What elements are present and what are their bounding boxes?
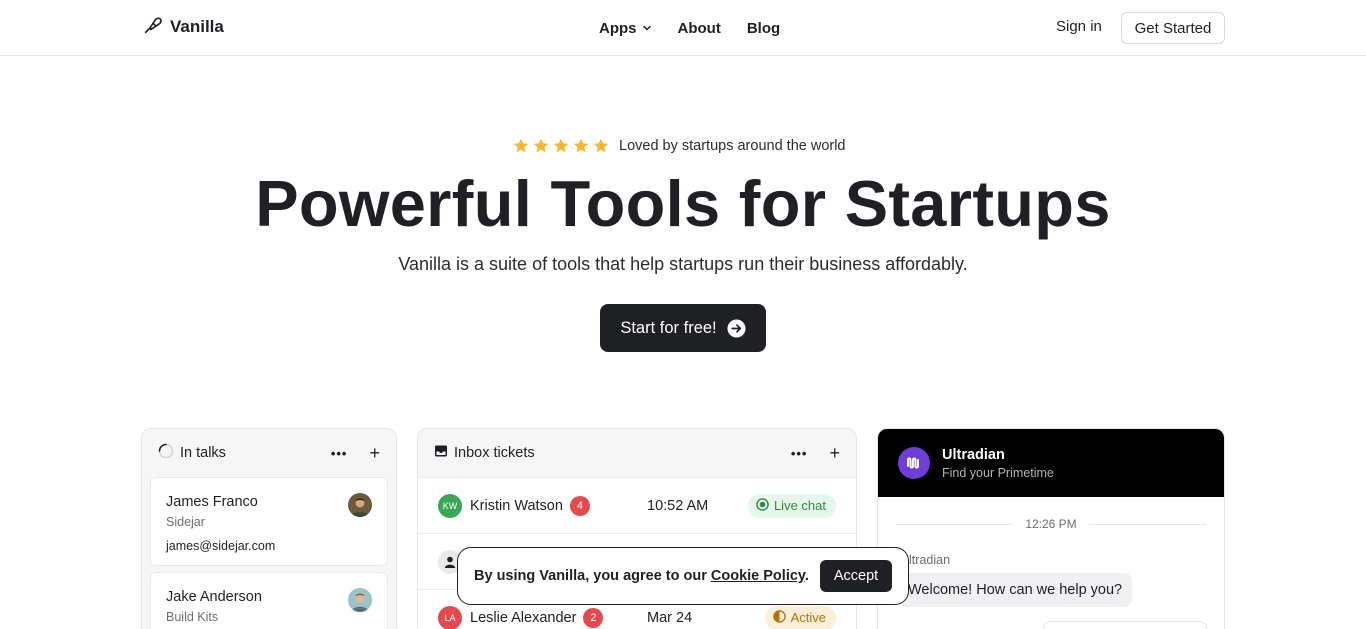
ticket-row[interactable]: KW Kristin Watson 4 10:52 AM Live chat — [418, 477, 856, 533]
cookie-text-before: By using Vanilla, you agree to our — [474, 568, 711, 584]
cookie-banner: By using Vanilla, you agree to our Cooki… — [457, 547, 909, 605]
ultradian-chat-card: Ultradian Find your Primetime 12:26 PM U… — [877, 428, 1225, 629]
in-talks-title: In talks — [180, 445, 226, 461]
arrow-right-circle-icon — [727, 318, 746, 338]
time-divider: 12:26 PM — [896, 517, 1206, 531]
unread-count-badge: 2 — [583, 607, 604, 628]
start-free-button[interactable]: Start for free! — [600, 304, 766, 352]
inbox-icon — [434, 444, 448, 463]
inbox-header: Inbox tickets ••• + — [418, 429, 856, 477]
plus-icon[interactable]: + — [369, 443, 380, 464]
get-started-button[interactable]: Get Started — [1121, 12, 1225, 44]
contact-name: Jake Anderson — [166, 589, 262, 605]
inbox-title: Inbox tickets — [454, 445, 535, 461]
inbox-actions: ••• + — [791, 443, 840, 464]
nav-blog[interactable]: Blog — [747, 20, 780, 37]
top-nav: Vanilla Apps About Blog Sign in Get Star… — [0, 0, 1366, 56]
hero-title: Powerful Tools for Startups — [255, 167, 1111, 240]
chat-header: Ultradian Find your Primetime — [878, 429, 1224, 497]
rating-row: Loved by startups around the world — [512, 134, 846, 158]
live-chat-icon — [756, 497, 769, 514]
divider-time: 12:26 PM — [1025, 517, 1077, 531]
star-icon — [532, 137, 550, 155]
ticket-time: 10:52 AM — [647, 497, 709, 514]
chevron-down-icon — [642, 23, 652, 33]
contact-name: James Franco — [166, 494, 258, 510]
more-icon[interactable]: ••• — [791, 446, 808, 461]
nav-apps[interactable]: Apps — [599, 20, 652, 37]
star-icon — [592, 137, 610, 155]
contact-company: Build Kits — [166, 610, 219, 624]
status-badge: Active — [764, 605, 836, 629]
ticket-avatar: LA — [438, 605, 462, 629]
contact-email: james@sidejar.com — [166, 539, 276, 553]
ticket-avatar: KW — [438, 493, 462, 518]
vanilla-logo-icon — [142, 14, 164, 41]
star-icon — [512, 137, 530, 155]
unread-count-badge: 4 — [569, 495, 590, 516]
cookie-text-after: . — [804, 568, 809, 584]
status-badge: Live chat — [747, 493, 836, 518]
avatar — [348, 493, 372, 517]
ticket-name: Leslie Alexander — [470, 609, 577, 626]
reply-bubble — [1043, 621, 1207, 629]
hero-subtitle: Vanilla is a suite of tools that help st… — [398, 254, 968, 274]
primary-nav: Apps About Blog — [599, 17, 780, 39]
chat-app-name: Ultradian — [942, 446, 1005, 463]
more-icon[interactable]: ••• — [331, 446, 348, 461]
spinner-icon — [158, 443, 174, 464]
ticket-name: Kristin Watson — [470, 497, 563, 514]
in-talks-header: In talks ••• + — [142, 429, 396, 477]
logo[interactable]: Vanilla — [142, 15, 224, 39]
cookie-policy-link[interactable]: Cookie Policy — [711, 568, 805, 584]
contact-card[interactable]: James Franco Sidejar james@sidejar.com — [150, 477, 388, 566]
nav-about[interactable]: About — [678, 20, 721, 37]
in-talks-card: In talks ••• + James Franco Sidejar jame… — [141, 428, 397, 629]
nav-apps-label: Apps — [599, 19, 637, 37]
star-rating — [512, 137, 610, 155]
chat-app-tagline: Find your Primetime — [942, 465, 1054, 480]
star-icon — [552, 137, 570, 155]
start-free-label: Start for free! — [620, 318, 717, 337]
sign-in-link[interactable]: Sign in — [1056, 18, 1102, 35]
accept-cookies-button[interactable]: Accept — [820, 560, 892, 592]
plus-icon[interactable]: + — [829, 443, 840, 464]
status-label: Active — [790, 610, 826, 625]
cookie-text: By using Vanilla, you agree to our Cooki… — [474, 568, 809, 584]
message-bubble: Welcome! How can we help you? — [898, 573, 1133, 607]
half-circle-icon — [772, 609, 786, 626]
avatar — [348, 588, 372, 612]
star-icon — [572, 137, 590, 155]
ultradian-logo-icon — [898, 447, 930, 479]
in-talks-actions: ••• + — [331, 443, 380, 464]
contact-company: Sidejar — [166, 515, 205, 529]
contact-card[interactable]: Jake Anderson Build Kits — [150, 572, 388, 629]
status-label: Live chat — [773, 498, 826, 513]
rating-text: Loved by startups around the world — [619, 138, 846, 154]
ticket-time: Mar 24 — [647, 609, 693, 626]
logo-text: Vanilla — [170, 17, 224, 36]
